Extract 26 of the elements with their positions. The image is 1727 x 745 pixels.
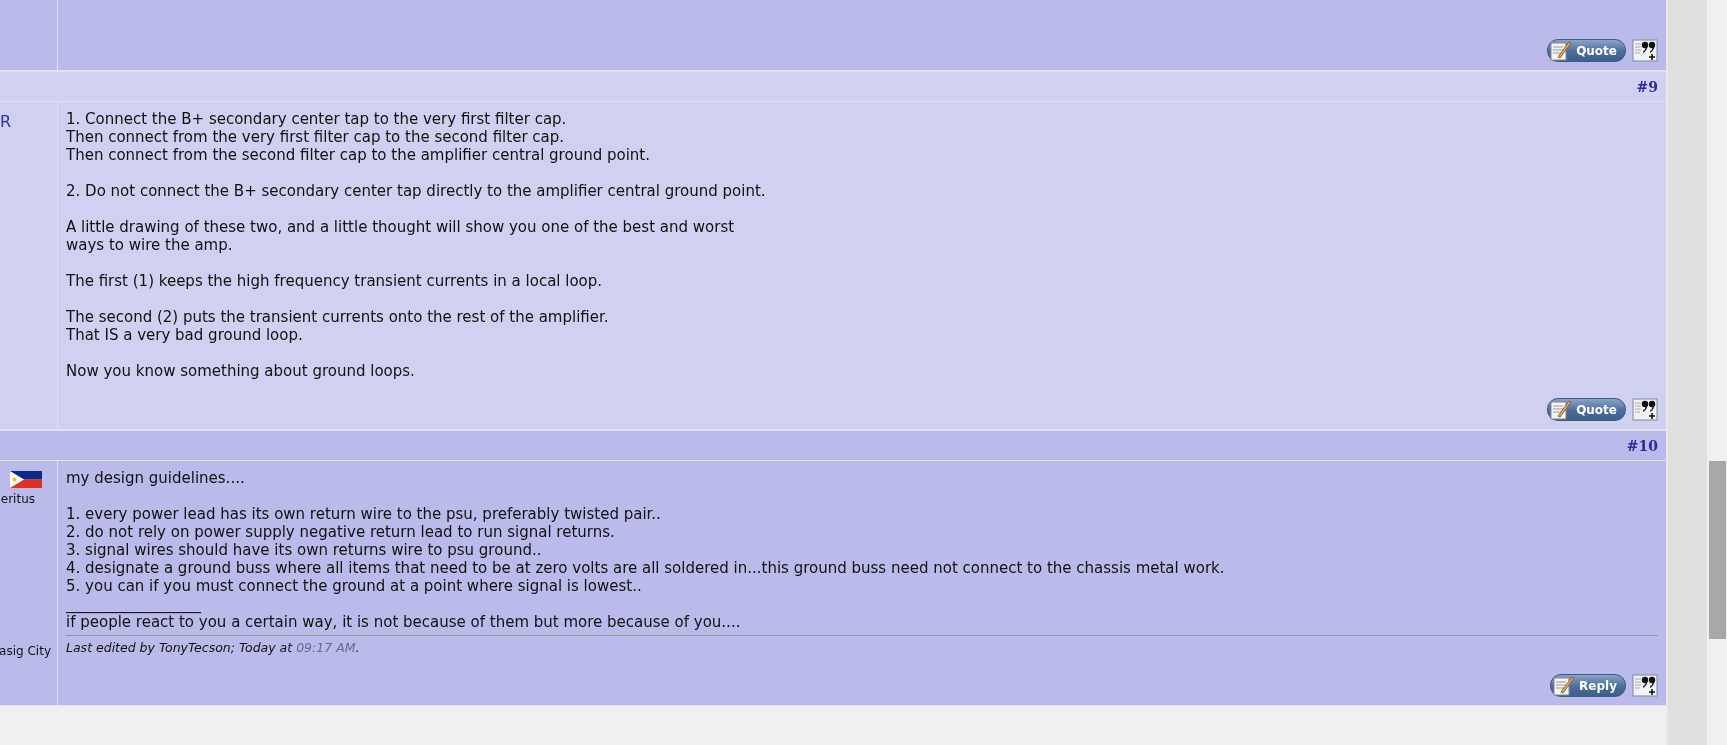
multi-quote-icon[interactable] <box>1632 39 1658 62</box>
user-location: asig City <box>0 644 51 658</box>
post-number[interactable]: #10 <box>1626 437 1658 454</box>
post-text: 2. Do not connect the B+ secondary center tap directly to the amplifier central ground point. <box>66 182 767 200</box>
pen-document-icon <box>1553 675 1576 696</box>
post-text: Now you know something about ground loops. <box>66 362 416 380</box>
post-text: The first (1) keeps the high frequency transient currents in a local loop. <box>66 272 604 290</box>
user-title: eritus <box>0 492 35 506</box>
pen-document-icon <box>1550 399 1573 420</box>
multi-quote-icon[interactable] <box>1632 674 1658 697</box>
post-number[interactable]: #9 <box>1636 78 1658 95</box>
post-text: 1. Connect the B+ secondary center tap to the very first filter cap. Then connect from the very first filter cap to the second filter cap. Then connect from the second filter cap to the amplifier central ground point. <box>66 110 651 164</box>
edit-note: Last edited by TonyTecson; Today at 09:17 AM. <box>66 640 361 656</box>
scrollbar-thumb[interactable] <box>1709 461 1726 639</box>
post-text: A little drawing of these two, and a little thought will show you one of the best and worst ways to wire the amp. <box>66 218 736 254</box>
multi-quote-icon[interactable] <box>1632 398 1658 421</box>
quote-button[interactable]: Reply <box>1550 674 1626 697</box>
author-name[interactable]: R <box>0 112 11 131</box>
signature-rule: __________________ <box>66 595 202 613</box>
pen-document-icon <box>1550 40 1573 61</box>
post-text: my design guidelines.... <box>66 469 246 487</box>
quote-button[interactable]: Quote <box>1547 398 1626 421</box>
post-text: 1. every power lead has its own return wire to the psu, preferably twisted pair.. 2. do not rely on power supply negative return lead to run signal returns. 3. signal wires should have its own returns wire to psu ground.. 4. designate a ground buss where all items that need to be at zero volts are all soldered in...this ground buss need not connect to the chassis metal work. 5. you can if you must connect the ground at a point where signal is lowest.. <box>66 505 1226 595</box>
post-text: The second (2) puts the transient currents onto the rest of the amplifier. That IS a very bad ground loop. <box>66 308 610 344</box>
flag-icon <box>10 471 42 488</box>
quote-button[interactable]: Quote <box>1547 39 1626 62</box>
